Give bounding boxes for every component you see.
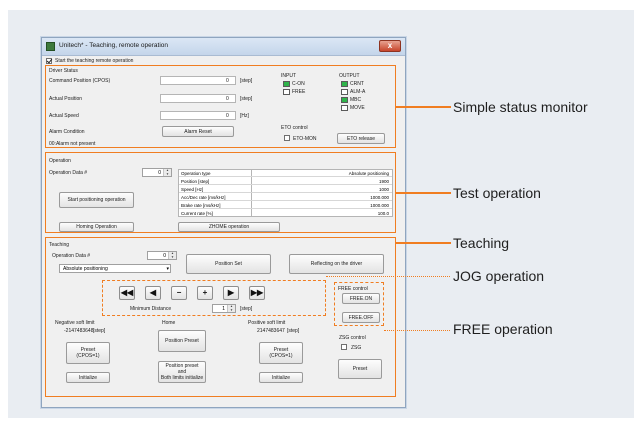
- title-bar[interactable]: Unitech* - Teaching, remote operation x: [42, 38, 405, 56]
- callout-line-status: [396, 106, 451, 108]
- callout-free-operation: FREE operation: [453, 321, 553, 337]
- output-label-mbc: MBC: [350, 97, 362, 103]
- reflecting-on-driver-button[interactable]: Reflecting on the driver: [289, 254, 384, 274]
- callout-teaching: Teaching: [453, 235, 510, 251]
- position-preset-and-limits-button[interactable]: Position preset and Both limits initiali…: [158, 361, 206, 383]
- output-led-alm-a: [341, 89, 348, 95]
- table-row: Position [step] 1900: [179, 178, 392, 186]
- teaching-heading: Teaching: [49, 242, 70, 248]
- output-label-alm-a: ALM-A: [350, 89, 366, 95]
- callout-line-free: [384, 330, 450, 331]
- input-led-free: [283, 89, 290, 95]
- home-label: Home: [162, 320, 176, 326]
- initialize-positive-button[interactable]: Initialize: [259, 372, 303, 383]
- chevron-down-icon: ▾: [166, 266, 169, 272]
- free-off-button[interactable]: FREE.OFF: [342, 312, 380, 323]
- operation-data-value: 0: [158, 170, 161, 176]
- output-led-crnt: [341, 81, 348, 87]
- table-row: Current rate [%] 100.0: [181, 211, 389, 216]
- positive-limit-unit: [step]: [287, 328, 300, 334]
- callout-jog-operation: JOG operation: [453, 268, 545, 284]
- output-heading: OUTPUT: [339, 73, 360, 79]
- position-set-button[interactable]: Position Set: [186, 254, 271, 274]
- start-teaching-checkbox[interactable]: [46, 58, 52, 64]
- input-label-free: FREE: [292, 89, 306, 95]
- negative-limit-label: Negative soft limit: [55, 320, 95, 326]
- actual-speed-unit: [Hz]: [240, 113, 249, 119]
- output-led-mbc: [341, 97, 348, 103]
- spinner-arrows-icon[interactable]: ▲ ▼: [168, 251, 176, 259]
- zhome-operation-button[interactable]: ZHOME operation: [178, 222, 280, 232]
- eto-mon-label: ETO-MON: [293, 136, 317, 142]
- close-button[interactable]: x: [379, 40, 401, 52]
- eto-control-label: ETO control: [281, 125, 308, 131]
- preset-negative-button[interactable]: Preset (CPOS=1): [66, 342, 110, 364]
- zsg-control-label: ZSG control: [339, 335, 366, 341]
- table-row: Brake rate [ms/kHz] 1000.000: [179, 202, 392, 210]
- actual-speed-field: [160, 111, 236, 120]
- window-title: Unitech* - Teaching, remote operation: [59, 42, 168, 49]
- alarm-condition-label: Alarm Condition: [49, 129, 85, 135]
- negative-limit-unit: [step]: [93, 328, 106, 334]
- negative-limit-value: -2147483648: [64, 328, 94, 334]
- alarm-reset-button[interactable]: Alarm Reset: [162, 126, 234, 137]
- eto-mon-checkbox[interactable]: [284, 135, 290, 141]
- table-row: Operation type Absolute positioning: [179, 170, 392, 178]
- operation-type-select[interactable]: Absolute positioning ▾: [59, 264, 171, 273]
- table-row: Acc/Dec rate [ms/kHz] 1000.000: [179, 194, 392, 202]
- command-position-value: 0: [226, 78, 229, 84]
- actual-position-unit: [step]: [240, 96, 253, 102]
- operation-type-value: Absolute positioning: [63, 266, 108, 272]
- start-positioning-button[interactable]: Start positioning operation: [59, 192, 134, 208]
- positive-limit-value: 2147483647: [257, 328, 285, 334]
- preset-positive-button[interactable]: Preset (CPOS=1): [259, 342, 303, 364]
- table-row: Speed [Hz] 1000: [179, 186, 392, 194]
- app-icon: [46, 42, 55, 51]
- jog-operation-outline: [102, 280, 326, 316]
- callout-test-operation: Test operation: [453, 185, 541, 201]
- alarm-status-text: 00:Alarm not present: [49, 141, 96, 147]
- teaching-data-label: Operation Data #: [52, 253, 91, 259]
- homing-operation-button[interactable]: Homing Operation: [59, 222, 134, 232]
- callout-line-test: [396, 192, 451, 194]
- operation-data-spinner[interactable]: 0 ▲ ▼: [142, 168, 172, 177]
- preset-button[interactable]: Preset: [338, 359, 382, 379]
- output-led-move: [341, 105, 348, 111]
- command-position-field: [160, 76, 236, 85]
- actual-position-field: [160, 94, 236, 103]
- command-position-unit: [step]: [240, 78, 253, 84]
- operation-heading: Operation: [49, 158, 71, 164]
- free-on-button[interactable]: FREE.ON: [342, 293, 380, 304]
- operation-data-table: Operation type Absolute positioning Posit…: [178, 169, 393, 217]
- command-position-label: Command Position (CPOS): [49, 78, 111, 84]
- driver-status-heading: Driver Status: [49, 68, 78, 74]
- zsg-checkbox[interactable]: [341, 344, 347, 350]
- actual-speed-label: Actual Speed: [49, 113, 79, 119]
- actual-speed-value: 0: [226, 113, 229, 119]
- start-teaching-label: Start the teaching remote operation: [55, 58, 134, 64]
- free-control-label: FREE control: [338, 286, 368, 292]
- callout-line-teaching: [396, 242, 451, 244]
- eto-release-button[interactable]: ETO release: [337, 133, 385, 144]
- positive-limit-label: Positive soft limit: [248, 320, 286, 326]
- zsg-label: ZSG: [351, 345, 362, 351]
- callout-simple-status-monitor: Simple status monitor: [453, 99, 588, 115]
- output-label-move: MOVE: [350, 105, 365, 111]
- callout-line-jog: [326, 276, 450, 277]
- position-preset-button[interactable]: Position Preset: [158, 330, 206, 352]
- teaching-data-value: 0: [163, 253, 166, 259]
- input-heading: INPUT: [281, 73, 296, 79]
- input-led-c-on: [283, 81, 290, 87]
- operation-data-label: Operation Data #: [49, 170, 88, 176]
- teaching-data-spinner[interactable]: 0 ▲ ▼: [147, 251, 177, 260]
- actual-position-label: Actual Position: [49, 96, 83, 102]
- input-label-c-on: C-ON: [292, 81, 305, 87]
- actual-position-value: 0: [226, 96, 229, 102]
- initialize-negative-button[interactable]: Initialize: [66, 372, 110, 383]
- output-label-crnt: CRNT: [350, 81, 364, 87]
- spinner-arrows-icon[interactable]: ▲ ▼: [163, 168, 171, 176]
